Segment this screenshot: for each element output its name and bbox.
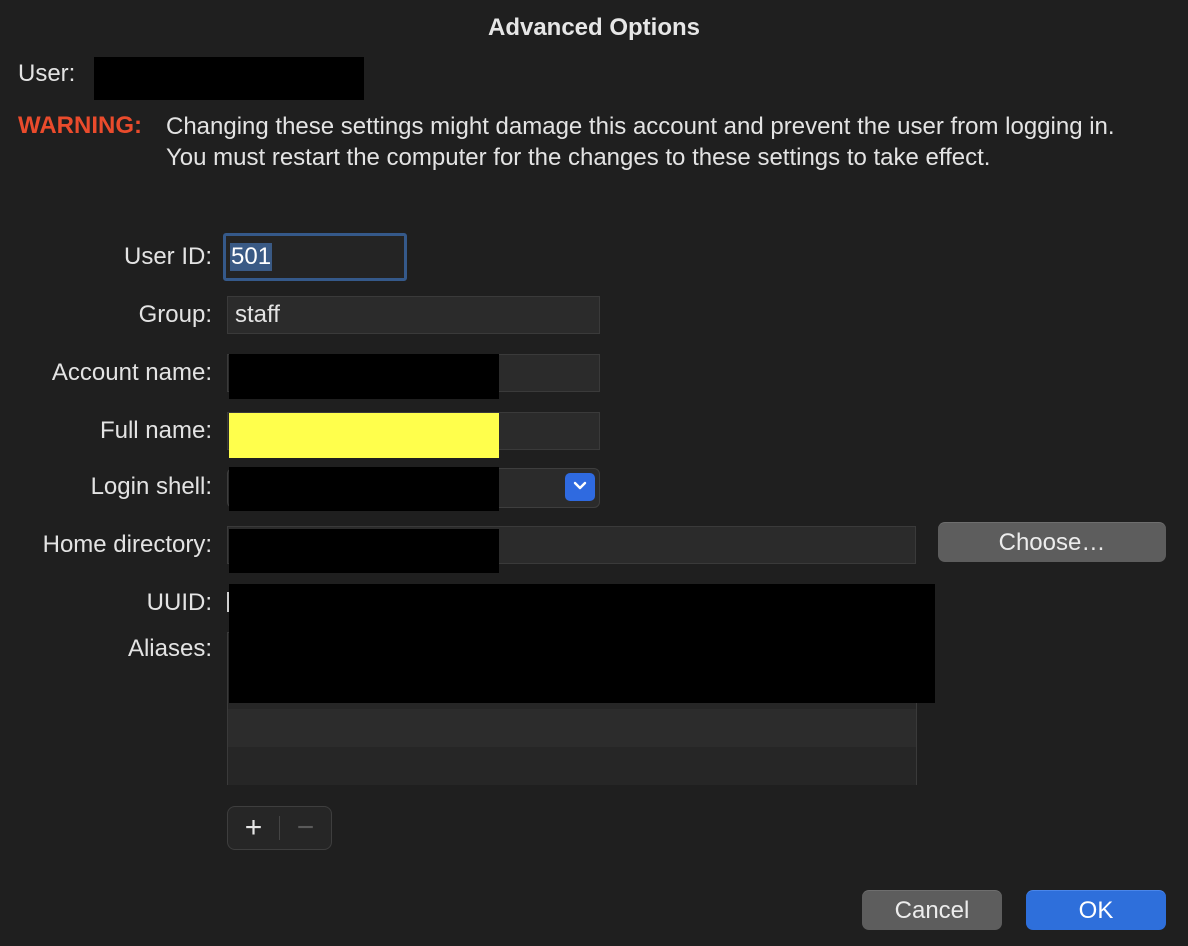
user-id-value: 501: [230, 243, 273, 271]
login-shell-label: Login shell:: [90, 473, 212, 500]
user-label: User:: [18, 60, 76, 87]
user-id-label: User ID:: [123, 243, 212, 270]
group-label: Group:: [138, 301, 212, 328]
warning-label: WARNING:: [18, 112, 142, 139]
list-item[interactable]: [228, 709, 916, 747]
user-value-redacted: [94, 57, 364, 100]
full-name-highlight: [229, 413, 499, 458]
cancel-button[interactable]: Cancel: [862, 890, 1002, 930]
group-field[interactable]: staff: [227, 296, 600, 334]
user-row: User:: [18, 60, 75, 88]
ok-button[interactable]: OK: [1026, 890, 1166, 930]
choose-button[interactable]: Choose…: [938, 522, 1166, 562]
login-shell-redacted: [229, 467, 499, 511]
uuid-label: UUID:: [146, 589, 212, 616]
login-shell-dropdown-button[interactable]: [565, 473, 595, 501]
remove-alias-button[interactable]: −: [280, 807, 331, 849]
list-item[interactable]: [228, 747, 916, 785]
full-name-label: Full name:: [99, 417, 212, 444]
warning-text: Changing these settings might damage thi…: [166, 113, 1115, 171]
group-value: staff: [235, 301, 280, 328]
home-directory-label: Home directory:: [42, 531, 212, 558]
home-directory-redacted: [229, 529, 499, 573]
dialog-title: Advanced Options: [487, 14, 701, 41]
uuid-aliases-redacted: [229, 584, 935, 703]
add-remove-control: + −: [227, 806, 332, 850]
user-id-field[interactable]: 501: [223, 233, 407, 281]
account-name-label: Account name:: [51, 359, 212, 386]
chevron-down-icon: [573, 478, 587, 496]
aliases-label: Aliases:: [127, 635, 212, 662]
account-name-redacted: [229, 354, 499, 399]
add-alias-button[interactable]: +: [228, 807, 279, 849]
advanced-options-dialog: Advanced Options User: WARNING: Changing…: [0, 0, 1188, 946]
